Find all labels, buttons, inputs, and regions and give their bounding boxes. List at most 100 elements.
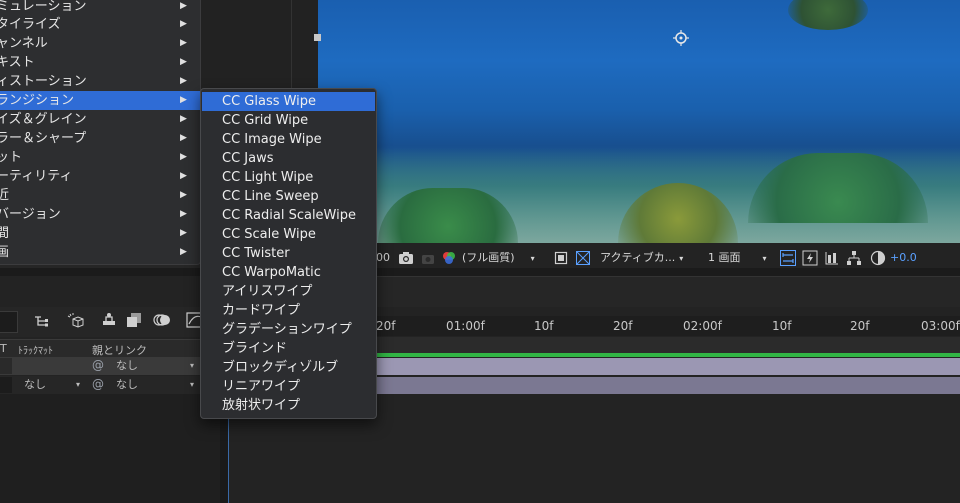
submenu-arrow-icon: ▶ <box>180 190 187 200</box>
resolution-label: (フル画質) <box>462 251 515 264</box>
menu-item[interactable]: キスト ▶ <box>0 53 200 72</box>
track-matte-header[interactable]: ﾄﾗｯｸﾏｯﾄ <box>18 342 53 357</box>
layer-duration-bar[interactable] <box>376 377 960 394</box>
draft-3d-icon[interactable] <box>66 312 84 328</box>
menu-item[interactable]: バージョン ▶ <box>0 205 200 224</box>
submenu-item[interactable]: CC Jaws <box>202 149 375 168</box>
submenu-item[interactable]: リニアワイプ <box>202 377 375 396</box>
layer-column-header: T ﾄﾗｯｸﾏｯﾄ 親とリンク <box>0 339 220 358</box>
chevron-down-icon: ▾ <box>75 380 80 389</box>
transparency-grid-icon[interactable] <box>576 251 590 265</box>
menu-item-label: バージョン <box>0 207 61 222</box>
menu-item-label: ーティリティ <box>0 169 73 184</box>
layer-duration-bar[interactable] <box>376 358 960 375</box>
region-of-interest-icon[interactable] <box>554 251 568 265</box>
track-matte-dropdown[interactable]: なし ▾ <box>18 376 82 394</box>
menu-item[interactable]: ミュレーション ▶ <box>0 0 200 16</box>
menu-item-label: 画 <box>0 245 10 260</box>
panel-divider[interactable] <box>0 268 960 276</box>
anchor-point-icon[interactable] <box>673 30 689 46</box>
menu-item[interactable]: 画 ▶ <box>0 243 200 262</box>
parent-link-header[interactable]: 親とリンク <box>92 342 147 358</box>
menu-item[interactable]: ーティリティ ▶ <box>0 167 200 186</box>
submenu-item[interactable]: CC Image Wipe <box>202 130 375 149</box>
time-ruler[interactable]: 20f 01:00f 10f 20f 02:00f 10f 20f 03:00f <box>376 316 960 336</box>
pick-whip-icon[interactable]: @ <box>92 358 104 372</box>
submenu-item-label: カードワイプ <box>222 303 301 318</box>
ruler-tick-label: 20f <box>613 319 633 333</box>
menu-item-label: ラー＆シャープ <box>0 131 87 146</box>
submenu-item[interactable]: ブラインド <box>202 339 375 358</box>
submenu-item[interactable]: CC WarpoMatic <box>202 263 375 282</box>
comp-mini-flowchart-icon[interactable] <box>34 314 50 328</box>
motion-blur-icon[interactable] <box>153 312 171 328</box>
layer-handle[interactable] <box>314 34 321 41</box>
ruler-tick-label: 02:00f <box>683 319 722 333</box>
submenu-arrow-icon: ▶ <box>180 1 187 11</box>
menu-item-label: ミュレーション <box>0 0 87 14</box>
submenu-item[interactable]: CC Light Wipe <box>202 168 375 187</box>
pixel-aspect-icon[interactable] <box>780 250 796 266</box>
submenu-item[interactable]: ブロックディゾルブ <box>202 358 375 377</box>
menu-item-label: イズ＆グレイン <box>0 112 87 127</box>
submenu-arrow-icon: ▶ <box>180 247 187 257</box>
submenu-item[interactable]: 放射状ワイプ <box>202 396 375 415</box>
submenu-arrow-icon: ▶ <box>180 57 187 67</box>
timeline-tools <box>0 307 220 337</box>
submenu-item[interactable]: CC Line Sweep <box>202 187 375 206</box>
menu-item-label: タイライズ <box>0 17 61 32</box>
menu-item[interactable]: ット ▶ <box>0 148 200 167</box>
parent-dropdown[interactable]: なし ▾ <box>110 357 196 375</box>
layer-swatch <box>0 377 12 393</box>
column-t-label: T <box>0 342 7 355</box>
menu-item-label: 間 <box>0 226 10 241</box>
show-snapshot-icon[interactable] <box>420 251 436 265</box>
parent-dropdown[interactable]: なし ▾ <box>110 376 196 394</box>
transition-submenu: CC Glass Wipe CC Grid Wipe CC Image Wipe CC… <box>200 88 377 419</box>
submenu-item[interactable]: CC Glass Wipe <box>202 92 375 111</box>
menu-item[interactable]: ャンネル ▶ <box>0 34 200 53</box>
menu-item[interactable]: イズ＆グレイン ▶ <box>0 110 200 129</box>
submenu-item[interactable]: カードワイプ <box>202 301 375 320</box>
menu-item-label: ィストーション <box>0 74 87 89</box>
layer-row[interactable]: @ なし ▾ <box>0 357 220 375</box>
menu-item[interactable]: ィストーション ▶ <box>0 72 200 91</box>
submenu-item[interactable]: グラデーションワイプ <box>202 320 375 339</box>
layer-swatch <box>0 358 12 374</box>
flowchart-icon[interactable] <box>846 251 862 265</box>
timecode-field[interactable] <box>0 311 18 333</box>
submenu-item-label: CC WarpoMatic <box>222 265 321 280</box>
composition-viewer[interactable] <box>318 0 960 243</box>
color-channel-icon[interactable] <box>442 251 456 265</box>
menu-item-label: ャンネル <box>0 36 48 51</box>
hide-shy-layers-icon[interactable] <box>100 312 118 328</box>
work-area-bar[interactable] <box>376 337 960 353</box>
camera-snapshot-icon[interactable] <box>398 251 414 265</box>
submenu-item-label: CC Jaws <box>222 151 274 166</box>
menu-item[interactable]: ラー＆シャープ ▶ <box>0 129 200 148</box>
menu-item[interactable]: 近 ▶ <box>0 186 200 205</box>
reset-exposure-icon[interactable] <box>870 250 886 266</box>
submenu-item-label: CC Line Sweep <box>222 189 319 204</box>
ruler-tick-label: 20f <box>376 319 396 333</box>
fast-preview-icon[interactable] <box>802 250 818 266</box>
menu-item[interactable]: タイライズ ▶ <box>0 15 200 34</box>
submenu-item[interactable]: CC Radial ScaleWipe <box>202 206 375 225</box>
submenu-arrow-icon: ▶ <box>180 95 187 105</box>
pick-whip-icon[interactable]: @ <box>92 377 104 391</box>
layer-row[interactable]: なし ▾ @ なし ▾ <box>0 376 220 394</box>
camera-view-label: アクティブカ... <box>600 251 676 264</box>
ruler-tick-label: 10f <box>534 319 554 333</box>
ruler-tick-label: 01:00f <box>446 319 485 333</box>
submenu-item[interactable]: CC Twister <box>202 244 375 263</box>
submenu-item[interactable]: アイリスワイプ <box>202 282 375 301</box>
menu-item[interactable]: ランジション ▶ <box>0 91 200 110</box>
chevron-down-icon: ▾ <box>679 254 684 263</box>
submenu-arrow-icon: ▶ <box>180 76 187 86</box>
menu-item[interactable]: 間 ▶ <box>0 224 200 243</box>
submenu-item[interactable]: CC Grid Wipe <box>202 111 375 130</box>
timeline-icon[interactable] <box>824 251 840 265</box>
view-layout-label: 1 画面 <box>708 251 741 264</box>
frame-blending-icon[interactable] <box>126 312 142 328</box>
submenu-item[interactable]: CC Scale Wipe <box>202 225 375 244</box>
